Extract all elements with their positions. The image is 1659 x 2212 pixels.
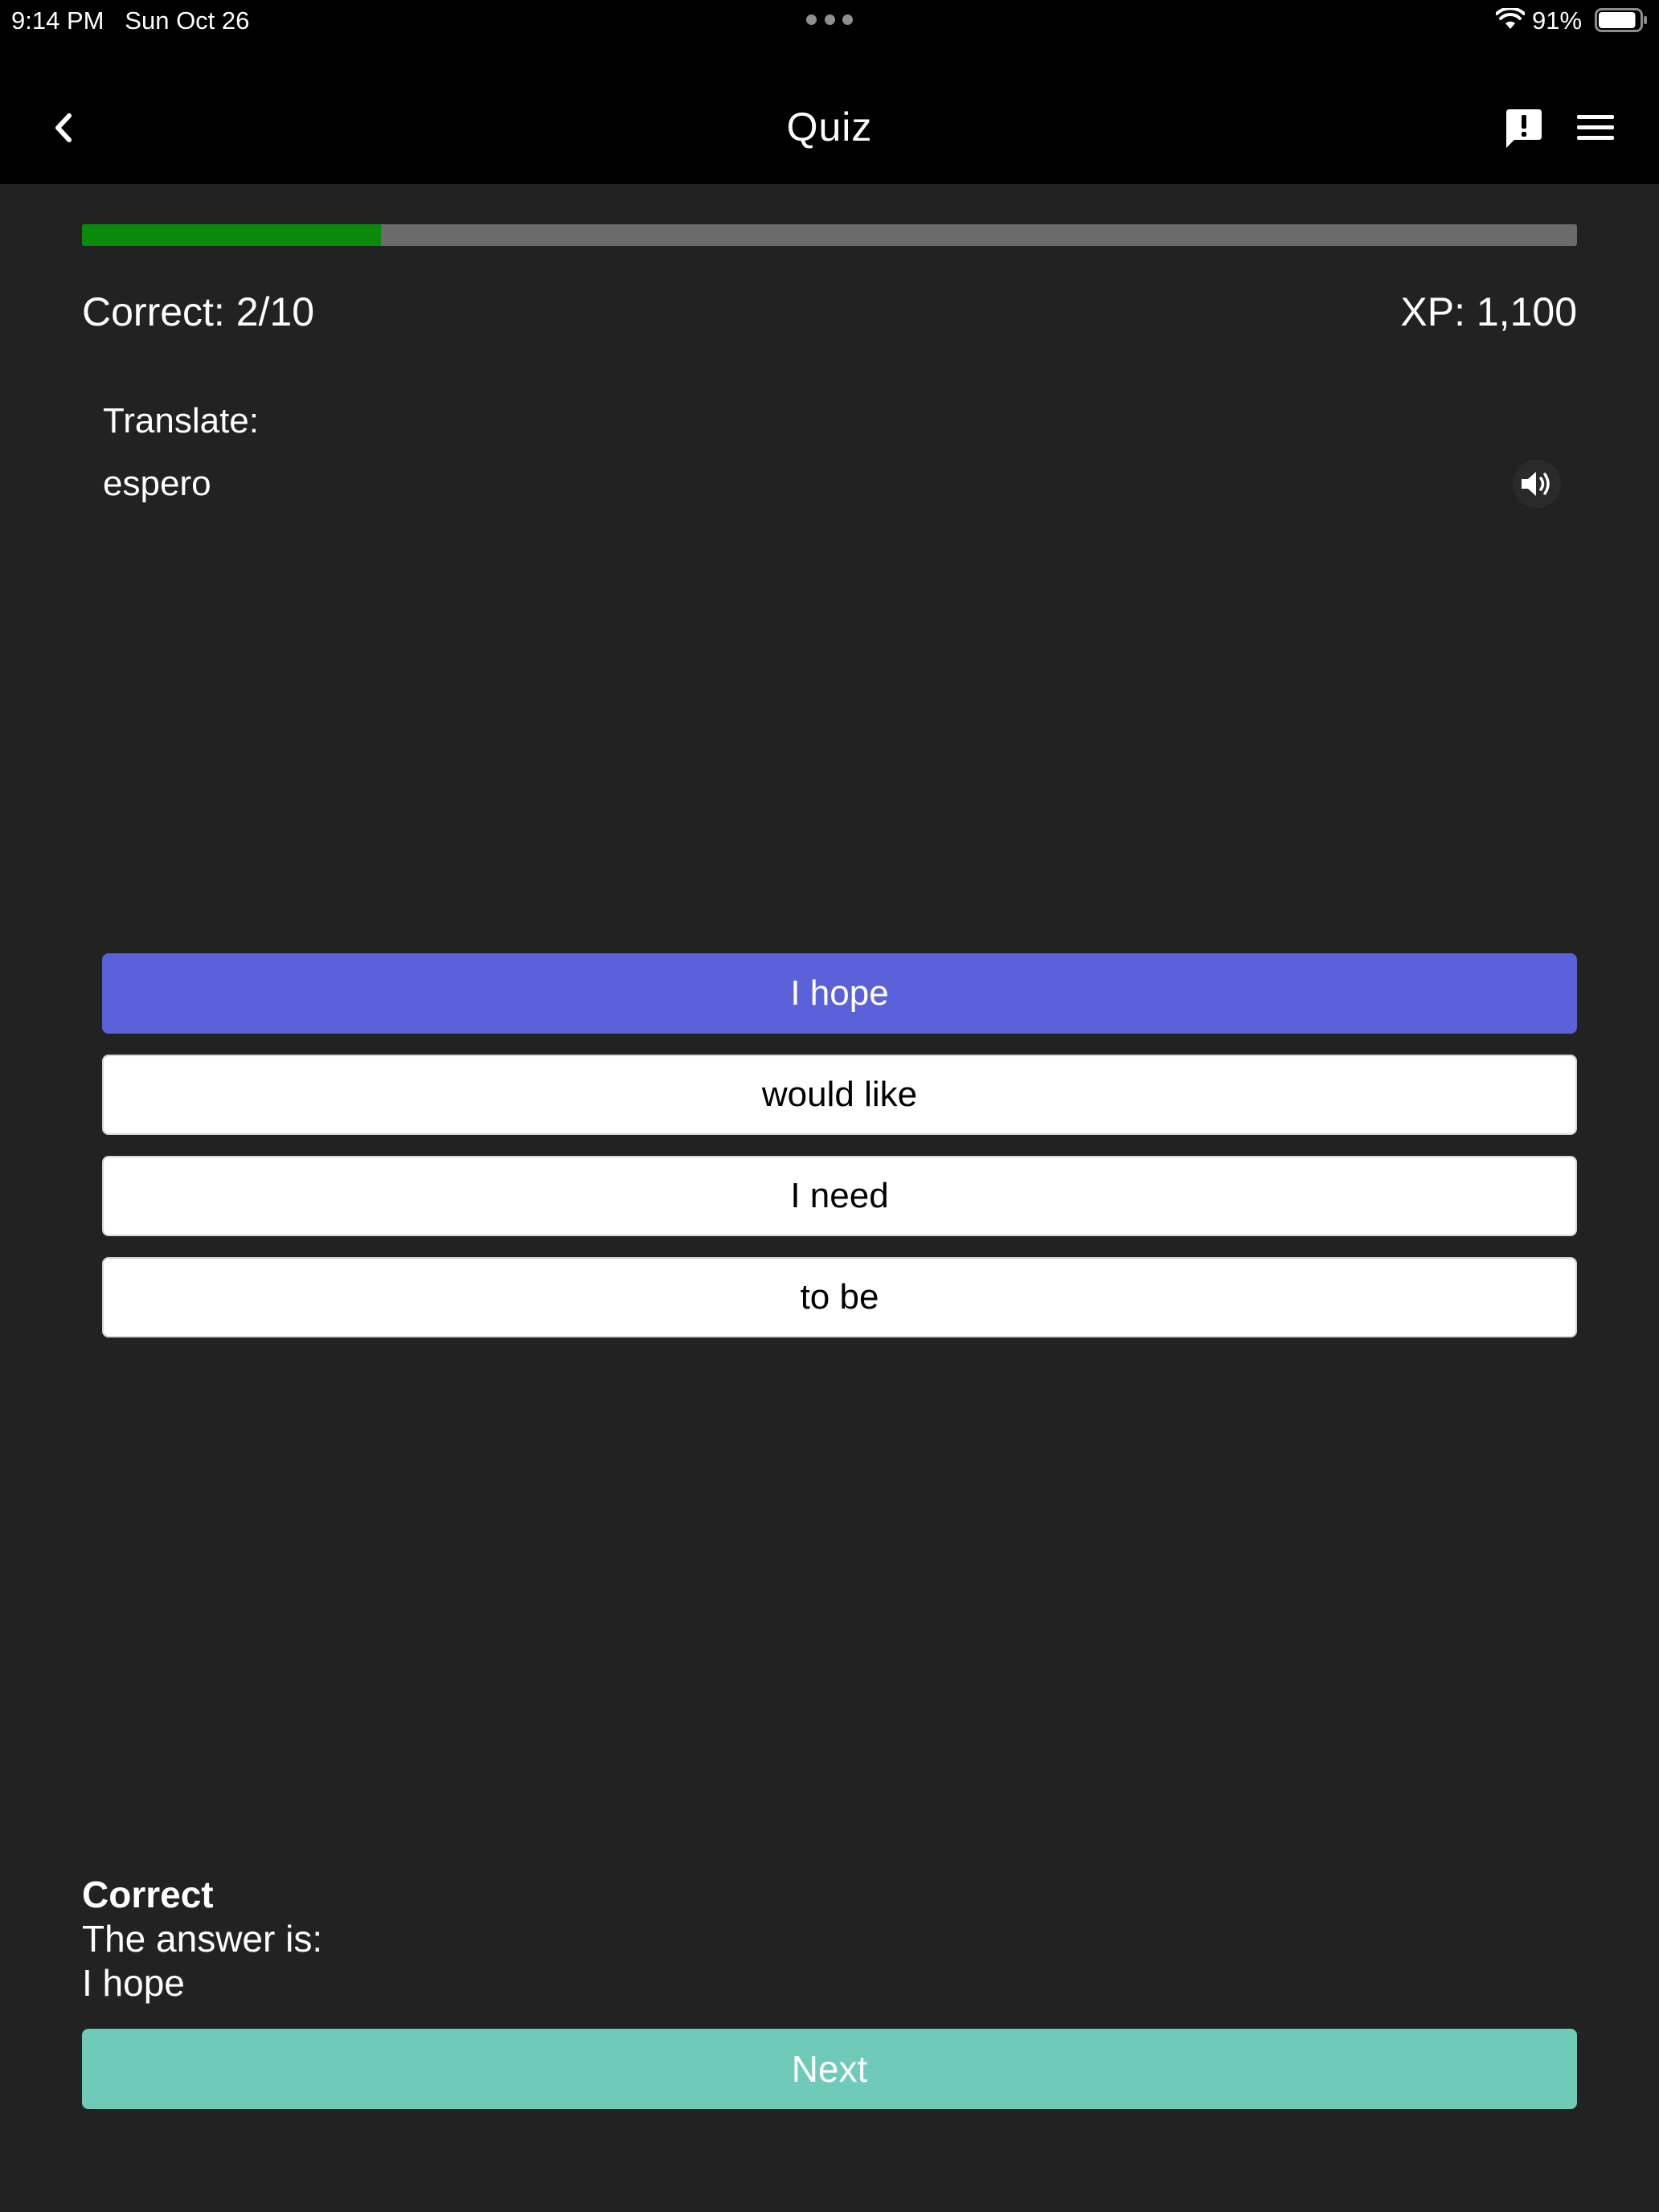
- battery-icon: [1595, 8, 1647, 32]
- answer-option-0[interactable]: I hope: [102, 953, 1577, 1034]
- status-time: 9:14 PM Sun Oct 26: [11, 5, 249, 37]
- dot: [806, 14, 817, 25]
- quiz-progress-bar: [82, 224, 1577, 246]
- report-icon[interactable]: [1503, 108, 1545, 150]
- answer-option-3[interactable]: to be: [102, 1257, 1577, 1337]
- speaker-icon: [1522, 472, 1550, 496]
- menu-icon[interactable]: [1575, 109, 1616, 146]
- top-bar: 9:14 PM Sun Oct 26 91% Quiz: [0, 0, 1659, 184]
- dot: [842, 14, 853, 25]
- feedback-title: Correct: [82, 1874, 214, 1915]
- answer-option-label: would like: [761, 1075, 918, 1114]
- prompt-word: espero: [103, 464, 211, 503]
- battery-percentage: 91%: [1532, 6, 1583, 35]
- answer-option-1[interactable]: would like: [102, 1055, 1577, 1135]
- next-button[interactable]: Next: [82, 2029, 1577, 2109]
- answer-option-2[interactable]: I need: [102, 1156, 1577, 1236]
- status-date: Sun Oct 26: [125, 6, 250, 35]
- xp-count: XP: 1,100: [1400, 289, 1577, 334]
- answer-options: I hope would like I need to be: [102, 953, 1577, 1358]
- answer-option-label: to be: [800, 1277, 879, 1317]
- answer-option-label: I need: [790, 1176, 889, 1215]
- status-clock: 9:14 PM: [11, 6, 104, 35]
- multitasking-dots[interactable]: [806, 14, 853, 26]
- feedback-line: The answer is:: [82, 1918, 323, 1960]
- page-title: Quiz: [786, 104, 873, 150]
- play-audio-button[interactable]: [1513, 460, 1561, 508]
- feedback-panel: Correct The answer is: I hope: [82, 1873, 322, 2005]
- prompt-label: Translate:: [103, 401, 260, 440]
- correct-count: Correct: 2/10: [82, 289, 315, 334]
- feedback-answer: I hope: [82, 1962, 185, 2004]
- next-button-label: Next: [791, 2048, 868, 2090]
- progress-fill: [82, 224, 381, 246]
- answer-option-label: I hope: [790, 973, 889, 1013]
- dot: [824, 14, 835, 25]
- wifi-icon: [1496, 8, 1525, 29]
